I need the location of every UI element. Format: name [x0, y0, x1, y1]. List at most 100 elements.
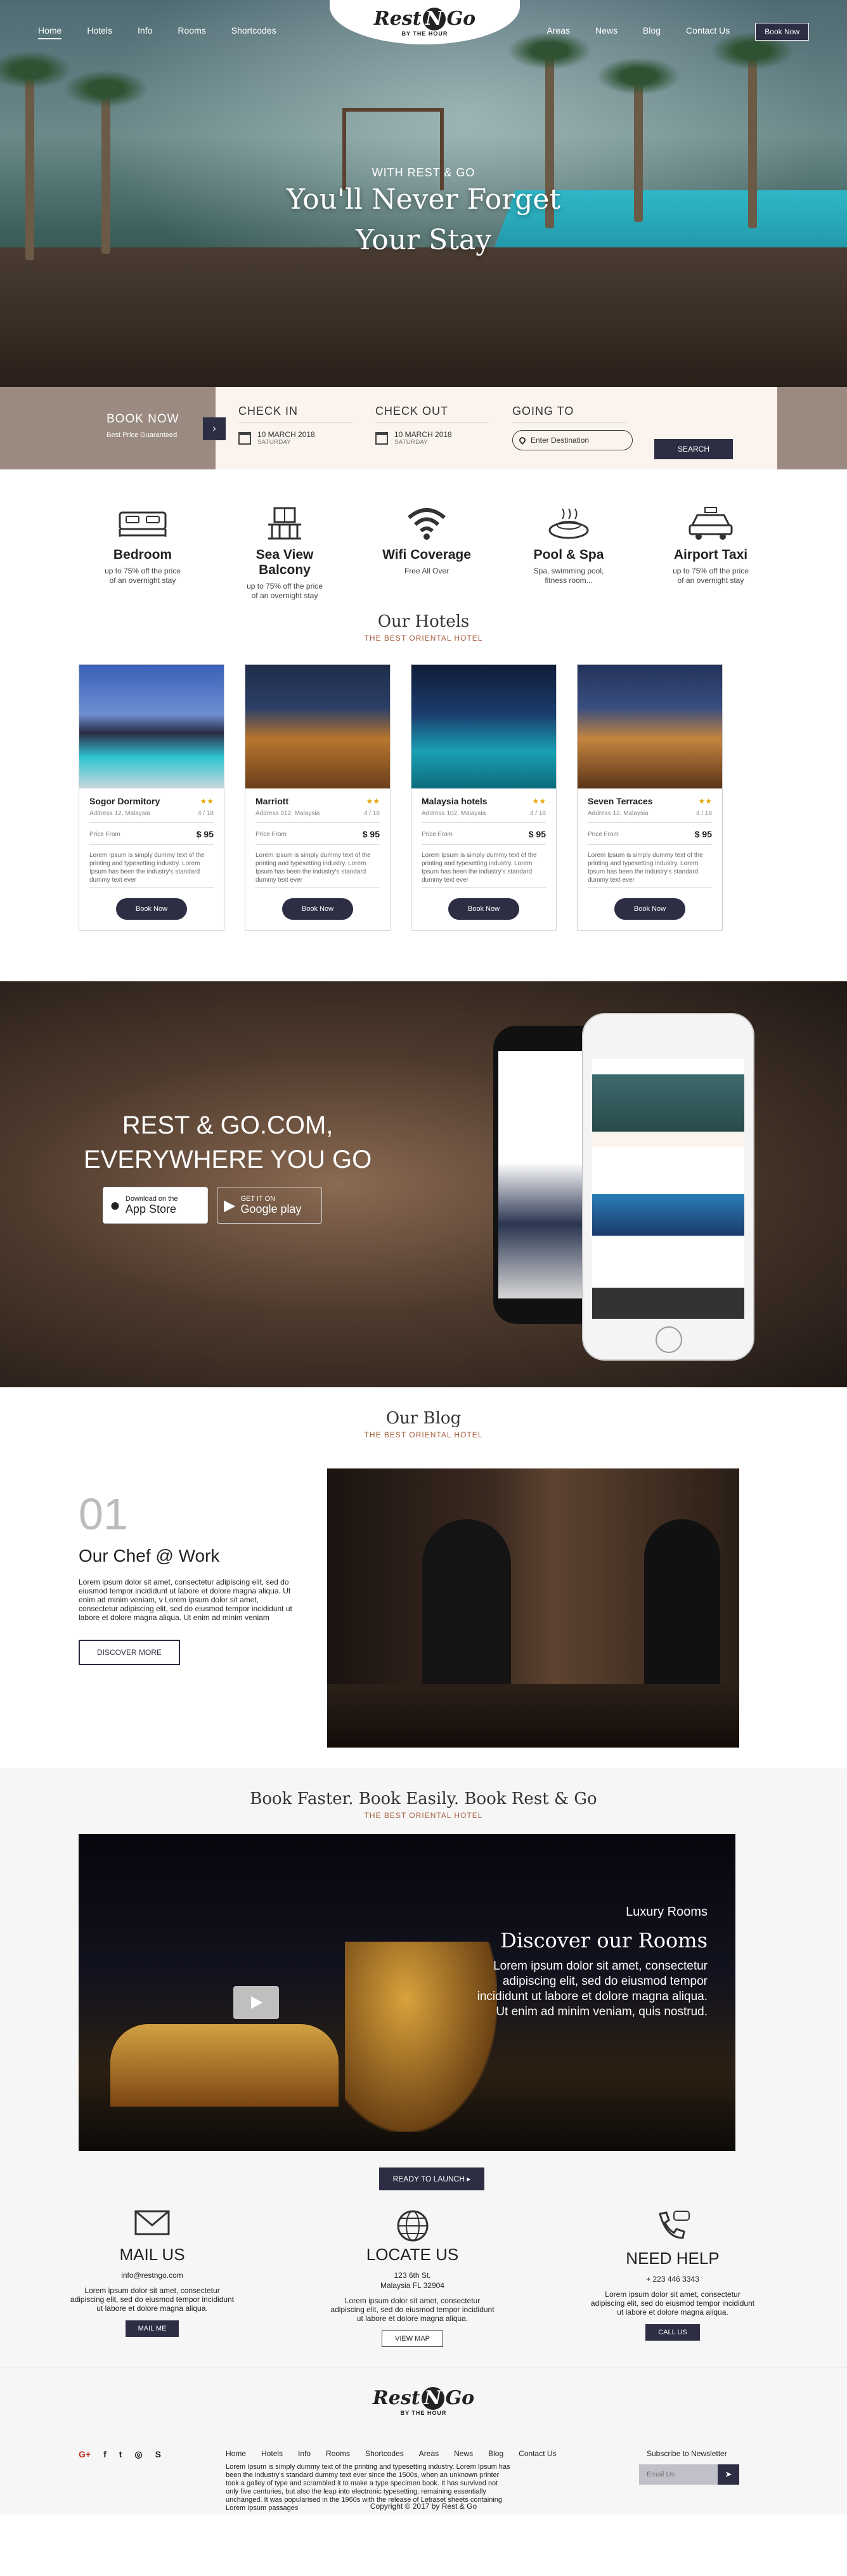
- play-button[interactable]: [233, 1986, 279, 2019]
- newsletter-email-input[interactable]: [639, 2464, 718, 2485]
- hero-line-2: Your Stay: [356, 224, 491, 256]
- book-now-button[interactable]: Book Now: [614, 898, 685, 920]
- destination-input[interactable]: Enter Destination: [512, 430, 633, 450]
- twitter-icon[interactable]: t: [119, 2449, 122, 2460]
- check-in-date: 10 MARCH 2018: [257, 430, 315, 439]
- facebook-icon[interactable]: f: [103, 2449, 107, 2460]
- nav-rooms[interactable]: Rooms: [178, 25, 205, 36]
- star-rating: ★★: [366, 797, 380, 806]
- rooms-video[interactable]: Luxury Rooms Discover our Rooms Lorem ip…: [79, 1834, 735, 2151]
- contact-text: Lorem ipsum dolor sit amet, consectetur …: [590, 2290, 755, 2317]
- wifi-icon: [408, 508, 446, 540]
- main-nav: Home Hotels Info Rooms Shortcodes Areas …: [0, 0, 847, 57]
- contact-title: NEED HELP: [626, 2249, 720, 2268]
- nav-blog[interactable]: Blog: [643, 25, 661, 36]
- hotel-desc: Lorem Ipsum is simply dummy text of the …: [255, 851, 380, 888]
- amenity-desc: up to 75% off the price of an overnight s…: [247, 582, 323, 600]
- ready-to-launch-button[interactable]: READY TO LAUNCH ▸: [379, 2167, 484, 2190]
- instagram-icon[interactable]: ◎: [134, 2449, 142, 2460]
- hotel-image: [411, 665, 556, 788]
- hero: Rest N Go BY THE HOUR Home Hotels Info Roo…: [0, 0, 847, 387]
- contact-locate: LOCATE US 123 6th St. Malaysia FL 32904 …: [327, 2209, 498, 2367]
- globe-icon: [397, 2210, 428, 2242]
- nav-shortcodes[interactable]: Shortcodes: [231, 25, 276, 36]
- footer-nav-rooms[interactable]: Rooms: [326, 2449, 350, 2458]
- chevron-right-icon[interactable]: ›: [203, 417, 226, 440]
- amenity-bedroom: Bedroom up to 75% off the price of an ove…: [95, 504, 190, 612]
- mail-me-button[interactable]: MAIL ME: [125, 2320, 179, 2337]
- app-store-button[interactable]: ● Download on the App Store: [103, 1187, 208, 1224]
- star-rating: ★★: [200, 797, 214, 806]
- hotel-rating: 4 / 18: [529, 810, 546, 817]
- amenity-wifi: Wifi Coverage Free All Over: [379, 504, 474, 612]
- view-map-button[interactable]: VIEW MAP: [381, 2331, 443, 2347]
- hotel-name[interactable]: Marriott: [255, 796, 288, 806]
- search-button[interactable]: SEARCH: [654, 439, 733, 459]
- going-to-field: GOING TO Enter Destination: [489, 387, 633, 469]
- booking-bar: BOOK NOW Best Price Guaranteed › CHECK I…: [0, 387, 847, 469]
- send-icon[interactable]: ➤: [718, 2464, 739, 2485]
- book-now-button[interactable]: Book Now: [282, 898, 353, 920]
- hotel-desc: Lorem Ipsum is simply dummy text of the …: [89, 851, 214, 888]
- rooms-heading-text: Discover our Rooms: [500, 1928, 708, 1952]
- nav-home[interactable]: Home: [38, 25, 62, 39]
- phone-front: [582, 1013, 754, 1361]
- discover-more-button[interactable]: DISCOVER MORE: [79, 1640, 180, 1665]
- rooms-text: Luxury Rooms Discover our Rooms Lorem ip…: [473, 1905, 708, 2020]
- section-title: Our Blog: [385, 1409, 462, 1428]
- spa-icon: [548, 508, 589, 539]
- book-now-button[interactable]: Book Now: [448, 898, 519, 920]
- footer: Rest N Go BY THE HOUR G+ f t ◎ S Home Hote…: [0, 2367, 847, 2514]
- location-pin-icon: [517, 435, 527, 445]
- contact-address-2: Malaysia FL 32904: [380, 2281, 444, 2290]
- hotel-rating: 4 / 18: [695, 810, 712, 817]
- footer-nav-contact[interactable]: Contact Us: [519, 2449, 556, 2458]
- footer-nav-info[interactable]: Info: [298, 2449, 311, 2458]
- nav-contact[interactable]: Contact Us: [686, 25, 730, 36]
- amenity-balcony: Sea View Balcony up to 75% off the price…: [237, 504, 332, 612]
- deck-shape: [0, 247, 847, 387]
- hotels-section: Our Hotels THE BEST ORIENTAL HOTEL Sogor…: [0, 612, 847, 931]
- contact-email[interactable]: info@restngo.com: [67, 2271, 238, 2280]
- contact-phone[interactable]: + 223 446 3343: [587, 2275, 758, 2284]
- book-now-button[interactable]: Book Now: [755, 23, 809, 41]
- hotel-desc: Lorem Ipsum is simply dummy text of the …: [588, 851, 712, 888]
- footer-nav-news[interactable]: News: [454, 2449, 473, 2458]
- hotel-name[interactable]: Seven Terraces: [588, 796, 652, 806]
- nav-info[interactable]: Info: [138, 25, 152, 36]
- booking-title: BOOK NOW: [107, 412, 179, 426]
- section-subtitle: THE BEST ORIENTAL HOTEL: [364, 1430, 483, 1439]
- footer-nav-home[interactable]: Home: [226, 2449, 246, 2458]
- contact-text: Lorem ipsum dolor sit amet, consectetur …: [330, 2296, 495, 2323]
- skype-icon[interactable]: S: [155, 2449, 161, 2460]
- hotel-price: $ 95: [528, 829, 546, 839]
- hotel-name[interactable]: Sogor Dormitory: [89, 796, 160, 806]
- nav-hotels[interactable]: Hotels: [87, 25, 112, 36]
- post-text: Lorem ipsum dolor sit amet, consectetur …: [79, 1578, 292, 1622]
- footer-logo[interactable]: Rest N Go BY THE HOUR: [0, 2387, 847, 2416]
- home-button[interactable]: [656, 1326, 682, 1353]
- google-play-button[interactable]: ▶ GET IT ON Google play: [217, 1187, 322, 1224]
- footer-nav-blog[interactable]: Blog: [488, 2449, 503, 2458]
- call-us-button[interactable]: CALL US: [645, 2324, 700, 2341]
- footer-nav-hotels[interactable]: Hotels: [261, 2449, 283, 2458]
- google-plus-icon[interactable]: G+: [79, 2449, 91, 2460]
- play-icon: ▶: [224, 1196, 236, 1214]
- hero-kicker: WITH REST & GO: [372, 166, 475, 179]
- apple-icon: ●: [110, 1195, 120, 1215]
- post-title[interactable]: Our Chef @ Work: [79, 1546, 219, 1566]
- section-title: Book Faster. Book Easily. Book Rest & Go: [250, 1789, 597, 1808]
- footer-nav-areas[interactable]: Areas: [419, 2449, 439, 2458]
- check-in-field[interactable]: CHECK IN 10 MARCH 2018 SATURDAY: [216, 387, 352, 469]
- hotel-address: Address 12, Malaysia: [89, 810, 150, 817]
- nav-news[interactable]: News: [595, 25, 617, 36]
- check-out-field[interactable]: CHECK OUT 10 MARCH 2018 SATURDAY: [352, 387, 489, 469]
- nav-areas[interactable]: Areas: [546, 25, 570, 36]
- footer-nav-shortcodes[interactable]: Shortcodes: [365, 2449, 404, 2458]
- section-subtitle: THE BEST ORIENTAL HOTEL: [364, 634, 483, 643]
- amenity-spa: Pool & Spa Spa, swimming pool, fitness ro…: [521, 504, 616, 612]
- hotels-heading: Our Hotels THE BEST ORIENTAL HOTEL: [0, 612, 847, 643]
- book-now-button[interactable]: Book Now: [116, 898, 187, 920]
- hotel-name[interactable]: Malaysia hotels: [422, 796, 488, 806]
- taxi-icon: [689, 507, 733, 540]
